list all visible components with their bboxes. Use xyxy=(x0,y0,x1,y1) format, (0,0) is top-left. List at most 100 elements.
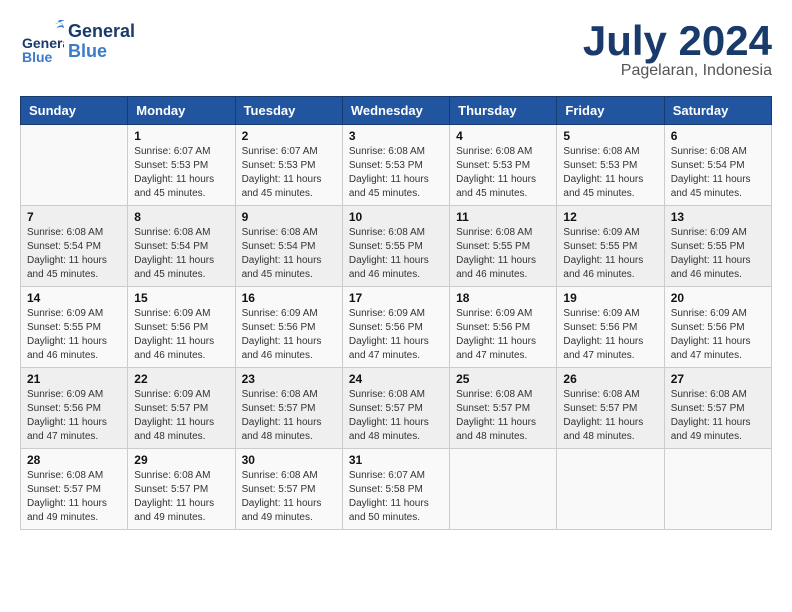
header-sunday: Sunday xyxy=(21,97,128,125)
day-info: Sunrise: 6:09 AMSunset: 5:56 PMDaylight:… xyxy=(242,307,336,363)
day-number: 13 xyxy=(671,210,765,224)
day-info: Sunrise: 6:08 AMSunset: 5:53 PMDaylight:… xyxy=(456,145,550,201)
day-info: Sunrise: 6:08 AMSunset: 5:57 PMDaylight:… xyxy=(27,469,121,525)
calendar-table: Sunday Monday Tuesday Wednesday Thursday… xyxy=(20,96,772,530)
calendar-cell: 7Sunrise: 6:08 AMSunset: 5:54 PMDaylight… xyxy=(21,206,128,287)
day-info: Sunrise: 6:08 AMSunset: 5:54 PMDaylight:… xyxy=(27,226,121,282)
day-number: 29 xyxy=(134,453,228,467)
calendar-cell: 11 Sunrise: 6:08 AMSunset: 5:55 PMDayligh… xyxy=(450,206,557,287)
day-number: 31 xyxy=(349,453,443,467)
calendar-cell: 14Sunrise: 6:09 AMSunset: 5:55 PMDayligh… xyxy=(21,287,128,368)
day-info: Sunrise: 6:09 AMSunset: 5:55 PMDaylight:… xyxy=(671,226,765,282)
logo-icon: General Blue xyxy=(20,20,64,64)
calendar-week-row: 7Sunrise: 6:08 AMSunset: 5:54 PMDaylight… xyxy=(21,206,772,287)
calendar-cell: 29 Sunrise: 6:08 AMSunset: 5:57 PMDayligh… xyxy=(128,449,235,530)
calendar-cell: 6 Sunrise: 6:08 AMSunset: 5:54 PMDaylight… xyxy=(664,125,771,206)
day-info: Sunrise: 6:09 AMSunset: 5:57 PMDaylight:… xyxy=(134,388,228,444)
day-number: 12 xyxy=(563,210,657,224)
day-number: 30 xyxy=(242,453,336,467)
day-number: 16 xyxy=(242,291,336,305)
title-block: July 2024 Pagelaran, Indonesia xyxy=(583,20,772,80)
calendar-cell: 5 Sunrise: 6:08 AMSunset: 5:53 PMDaylight… xyxy=(557,125,664,206)
logo-blue-text: Blue xyxy=(68,42,135,62)
day-number: 1 xyxy=(134,129,228,143)
day-number: 8 xyxy=(134,210,228,224)
calendar-cell xyxy=(21,125,128,206)
day-info: Sunrise: 6:08 AMSunset: 5:57 PMDaylight:… xyxy=(242,388,336,444)
day-number: 9 xyxy=(242,210,336,224)
header-wednesday: Wednesday xyxy=(342,97,449,125)
calendar-cell: 1Sunrise: 6:07 AMSunset: 5:53 PMDaylight… xyxy=(128,125,235,206)
day-info: Sunrise: 6:08 AMSunset: 5:57 PMDaylight:… xyxy=(456,388,550,444)
day-info: Sunrise: 6:08 AMSunset: 5:55 PMDaylight:… xyxy=(456,226,550,282)
calendar-cell: 23Sunrise: 6:08 AMSunset: 5:57 PMDayligh… xyxy=(235,368,342,449)
calendar-cell: 8 Sunrise: 6:08 AMSunset: 5:54 PMDaylight… xyxy=(128,206,235,287)
page-header: General Blue General Blue July 2024 Page… xyxy=(20,20,772,80)
day-info: Sunrise: 6:08 AMSunset: 5:53 PMDaylight:… xyxy=(563,145,657,201)
calendar-header: Sunday Monday Tuesday Wednesday Thursday… xyxy=(21,97,772,125)
calendar-cell: 18 Sunrise: 6:09 AMSunset: 5:56 PMDayligh… xyxy=(450,287,557,368)
calendar-cell: 22 Sunrise: 6:09 AMSunset: 5:57 PMDayligh… xyxy=(128,368,235,449)
calendar-cell: 21 Sunrise: 6:09 AMSunset: 5:56 PMDayligh… xyxy=(21,368,128,449)
calendar-week-row: 1 Sunrise: 6:07 AMSunset: 5:53 PMDaylight… xyxy=(21,125,772,206)
day-number: 26 xyxy=(563,372,657,386)
day-info: Sunrise: 6:09 AMSunset: 5:56 PMDaylight:… xyxy=(563,307,657,363)
day-number: 4 xyxy=(456,129,550,143)
calendar-cell: 27 Sunrise: 6:08 AMSunset: 5:57 PMDayligh… xyxy=(664,368,771,449)
header-monday: Monday xyxy=(128,97,235,125)
day-number: 3 xyxy=(349,129,443,143)
day-number: 19 xyxy=(563,291,657,305)
calendar-cell: 10Sunrise: 6:08 AMSunset: 5:55 PMDayligh… xyxy=(342,206,449,287)
day-number: 25 xyxy=(456,372,550,386)
location-text: Pagelaran, Indonesia xyxy=(583,62,772,80)
logo-text: General Blue xyxy=(68,22,135,62)
logo-general-text: General xyxy=(68,22,135,42)
day-info: Sunrise: 6:08 AMSunset: 5:54 PMDaylight:… xyxy=(242,226,336,282)
day-info: Sunrise: 6:09 AMSunset: 5:56 PMDaylight:… xyxy=(134,307,228,363)
day-number: 20 xyxy=(671,291,765,305)
day-number: 14 xyxy=(27,291,121,305)
header-thursday: Thursday xyxy=(450,97,557,125)
day-number: 6 xyxy=(671,129,765,143)
day-info: Sunrise: 6:08 AMSunset: 5:57 PMDaylight:… xyxy=(671,388,765,444)
day-info: Sunrise: 6:07 AMSunset: 5:53 PMDaylight:… xyxy=(242,145,336,201)
calendar-cell: 17Sunrise: 6:09 AMSunset: 5:56 PMDayligh… xyxy=(342,287,449,368)
header-saturday: Saturday xyxy=(664,97,771,125)
svg-text:Blue: Blue xyxy=(22,49,53,64)
calendar-cell: 30 Sunrise: 6:08 AMSunset: 5:57 PMDayligh… xyxy=(235,449,342,530)
day-info: Sunrise: 6:08 AMSunset: 5:57 PMDaylight:… xyxy=(134,469,228,525)
day-info: Sunrise: 6:08 AMSunset: 5:54 PMDaylight:… xyxy=(671,145,765,201)
day-number: 18 xyxy=(456,291,550,305)
header-tuesday: Tuesday xyxy=(235,97,342,125)
day-number: 22 xyxy=(134,372,228,386)
day-number: 24 xyxy=(349,372,443,386)
day-info: Sunrise: 6:08 AMSunset: 5:54 PMDaylight:… xyxy=(134,226,228,282)
day-number: 11 xyxy=(456,210,550,224)
day-info: Sunrise: 6:08 AMSunset: 5:57 PMDaylight:… xyxy=(242,469,336,525)
day-number: 5 xyxy=(563,129,657,143)
calendar-week-row: 28Sunrise: 6:08 AMSunset: 5:57 PMDayligh… xyxy=(21,449,772,530)
day-info: Sunrise: 6:08 AMSunset: 5:57 PMDaylight:… xyxy=(563,388,657,444)
day-info: Sunrise: 6:08 AMSunset: 5:55 PMDaylight:… xyxy=(349,226,443,282)
calendar-cell: 12Sunrise: 6:09 AMSunset: 5:55 PMDayligh… xyxy=(557,206,664,287)
calendar-body: 1 Sunrise: 6:07 AMSunset: 5:53 PMDaylight… xyxy=(21,125,772,530)
logo: General Blue General Blue xyxy=(20,20,135,64)
day-info: Sunrise: 6:08 AMSunset: 5:53 PMDaylight:… xyxy=(349,145,443,201)
day-number: 2 xyxy=(242,129,336,143)
day-info: Sunrise: 6:09 AMSunset: 5:56 PMDaylight:… xyxy=(27,388,121,444)
day-number: 21 xyxy=(27,372,121,386)
day-info: Sunrise: 6:09 AMSunset: 5:56 PMDaylight:… xyxy=(671,307,765,363)
calendar-cell: 15 Sunrise: 6:09 AMSunset: 5:56 PMDayligh… xyxy=(128,287,235,368)
header-friday: Friday xyxy=(557,97,664,125)
calendar-cell: 24Sunrise: 6:08 AMSunset: 5:57 PMDayligh… xyxy=(342,368,449,449)
day-info: Sunrise: 6:09 AMSunset: 5:56 PMDaylight:… xyxy=(349,307,443,363)
day-number: 15 xyxy=(134,291,228,305)
weekday-header-row: Sunday Monday Tuesday Wednesday Thursday… xyxy=(21,97,772,125)
day-info: Sunrise: 6:09 AMSunset: 5:56 PMDaylight:… xyxy=(456,307,550,363)
calendar-cell: 9 Sunrise: 6:08 AMSunset: 5:54 PMDaylight… xyxy=(235,206,342,287)
calendar-cell: 25 Sunrise: 6:08 AMSunset: 5:57 PMDayligh… xyxy=(450,368,557,449)
calendar-cell: 19 Sunrise: 6:09 AMSunset: 5:56 PMDayligh… xyxy=(557,287,664,368)
calendar-cell xyxy=(450,449,557,530)
calendar-cell: 16 Sunrise: 6:09 AMSunset: 5:56 PMDayligh… xyxy=(235,287,342,368)
day-number: 27 xyxy=(671,372,765,386)
